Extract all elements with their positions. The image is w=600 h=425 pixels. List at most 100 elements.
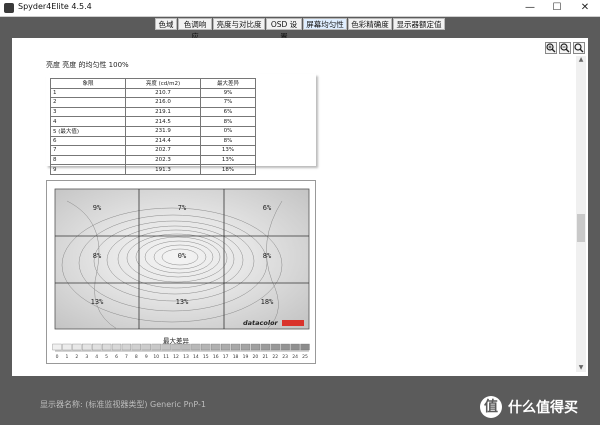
tab-osd-settings[interactable]: OSD 设置 xyxy=(266,18,302,41)
legend-swatch xyxy=(250,343,261,351)
legend-swatch xyxy=(260,343,270,351)
site-watermark: 值 什么值得买 xyxy=(480,394,600,420)
tab-brightness-contrast[interactable]: 亮度与对比度 xyxy=(213,18,265,30)
table-row: 2 216.0 7% xyxy=(50,97,256,108)
quadrant-label: 13% xyxy=(91,298,104,306)
tab-tone-response[interactable]: 色调响应 xyxy=(178,18,212,41)
legend-swatch xyxy=(62,343,72,351)
legend-tick-label: 14 xyxy=(193,354,199,360)
legend-tick-label: 10 xyxy=(153,354,159,360)
legend-tick-label: 7 xyxy=(125,354,128,360)
quadrant-label: 0% xyxy=(178,252,187,260)
luminance-cell: 231.9 xyxy=(125,125,201,137)
luminance-cell: 202.3 xyxy=(125,154,201,166)
uniformity-table-card: 象限 亮度 (cd/m2) 最大差异 1 210.7 9% 2 216.0 7% 3 21… xyxy=(46,74,316,175)
quadrant-cell: 2 xyxy=(50,97,126,108)
quadrant-label: 8% xyxy=(263,252,272,260)
zoom-in-icon[interactable] xyxy=(545,42,557,54)
difference-cell: 18% xyxy=(200,164,256,175)
legend-swatch xyxy=(92,343,102,351)
vertical-scrollbar[interactable]: ▲ ▼ xyxy=(576,56,586,372)
difference-cell: 13% xyxy=(200,145,256,156)
display-name-label: 显示器名称: (标准监视器类型) Generic PnP-1 xyxy=(40,400,206,409)
uniformity-table: 象限 亮度 (cd/m2) 最大差异 1 210.7 9% 2 216.0 7% 3 21… xyxy=(50,78,256,175)
quadrant-label: 9% xyxy=(93,204,102,212)
luminance-cell: 214.5 xyxy=(125,116,201,127)
column-header: 亮度 (cd/m2) xyxy=(125,78,201,89)
difference-cell: 7% xyxy=(200,97,256,108)
tab-color-accuracy[interactable]: 色彩精确度 xyxy=(348,18,392,30)
maximize-button[interactable]: ☐ xyxy=(543,0,571,16)
legend-swatch xyxy=(82,343,92,351)
difference-cell: 8% xyxy=(200,116,256,127)
quadrant-cell: 5 (最大值) xyxy=(50,125,126,137)
legend-swatch xyxy=(240,343,251,351)
legend-tick-label: 19 xyxy=(243,354,249,360)
minimize-button[interactable]: — xyxy=(516,0,544,16)
legend-tick-label: 13 xyxy=(183,354,189,360)
quadrant-label: 18% xyxy=(261,298,274,306)
tab-bar: 色域 色调响应 亮度与对比度 OSD 设置 屏幕均匀性 色彩精确度 显示器额定值 xyxy=(0,17,600,41)
table-row: 7 202.7 13% xyxy=(50,145,256,156)
legend-tick-label: 23 xyxy=(282,354,288,360)
scroll-down-icon[interactable]: ▼ xyxy=(576,364,586,372)
legend-tick-label: 22 xyxy=(272,354,278,360)
legend-tick-label: 8 xyxy=(135,354,138,360)
legend-tick-label: 24 xyxy=(292,354,298,360)
table-row: 4 214.5 8% xyxy=(50,116,256,127)
legend-swatch xyxy=(211,343,221,351)
legend-tick-label: 4 xyxy=(95,354,98,360)
quadrant-label: 13% xyxy=(176,298,189,306)
quadrant-cell: 9 xyxy=(50,164,126,175)
legend-tick-label: 6 xyxy=(115,354,118,360)
legend-scale: 0 1 2 3 4 5 6 7 8 9 10 11 12 13 14 15 16 17 18 19 20 21 22 23 24… xyxy=(52,343,310,360)
legend-tick-label: 5 xyxy=(105,354,108,360)
legend-tick-label: 20 xyxy=(253,354,259,360)
difference-cell: 8% xyxy=(200,135,256,147)
table-row: 8 202.3 13% xyxy=(50,154,256,166)
brand-bar xyxy=(282,320,304,326)
tab-screen-uniformity[interactable]: 屏幕均匀性 xyxy=(303,18,347,30)
window-title: Spyder4Elite 4.5.4 xyxy=(18,2,92,11)
legend-tick-label: 3 xyxy=(85,354,88,360)
legend-tick-label: 11 xyxy=(163,354,169,360)
legend-tick-label: 9 xyxy=(145,354,148,360)
legend-swatch xyxy=(201,343,211,351)
legend-title: 最大差异 xyxy=(163,337,189,345)
table-row: 1 210.7 9% xyxy=(50,87,256,99)
scroll-up-icon[interactable]: ▲ xyxy=(576,56,586,64)
luminance-cell: 219.1 xyxy=(125,106,201,118)
luminance-cell: 210.7 xyxy=(125,87,201,99)
app-icon xyxy=(4,3,14,13)
luminance-cell: 191.3 xyxy=(125,164,201,175)
quadrant-label: 7% xyxy=(178,204,187,212)
quadrant-cell: 1 xyxy=(50,87,126,99)
legend-swatch xyxy=(141,343,151,351)
legend-tick-label: 0 xyxy=(56,354,59,360)
zoom-fit-icon[interactable] xyxy=(573,42,585,54)
legend-tick-label: 18 xyxy=(233,354,239,360)
zoom-out-icon[interactable] xyxy=(559,42,571,54)
quadrant-cell: 3 xyxy=(50,106,126,118)
watermark-text: 什么值得买 xyxy=(508,400,578,416)
scroll-thumb[interactable] xyxy=(577,214,585,242)
legend-tick-label: 15 xyxy=(203,354,209,360)
legend-tick-label: 1 xyxy=(65,354,68,360)
legend-swatch xyxy=(270,343,280,351)
column-header: 最大差异 xyxy=(200,78,256,89)
table-row: 5 (最大值) 231.9 0% xyxy=(50,125,256,137)
legend-swatch xyxy=(111,343,122,351)
tab-color-gamut[interactable]: 色域 xyxy=(155,18,177,30)
legend-tick-label: 25 xyxy=(302,354,308,360)
table-header-row: 象限 亮度 (cd/m2) 最大差异 xyxy=(50,78,256,89)
table-row: 6 214.4 8% xyxy=(50,135,256,147)
legend-swatch xyxy=(52,343,62,351)
close-button[interactable]: ✕ xyxy=(571,0,599,16)
difference-cell: 6% xyxy=(200,106,256,118)
tab-display-rating[interactable]: 显示器额定值 xyxy=(393,18,445,30)
quadrant-cell: 6 xyxy=(50,135,126,147)
legend-tick-label: 2 xyxy=(75,354,78,360)
legend-tick-label: 16 xyxy=(213,354,219,360)
difference-cell: 9% xyxy=(200,87,256,99)
difference-cell: 0% xyxy=(200,125,256,137)
